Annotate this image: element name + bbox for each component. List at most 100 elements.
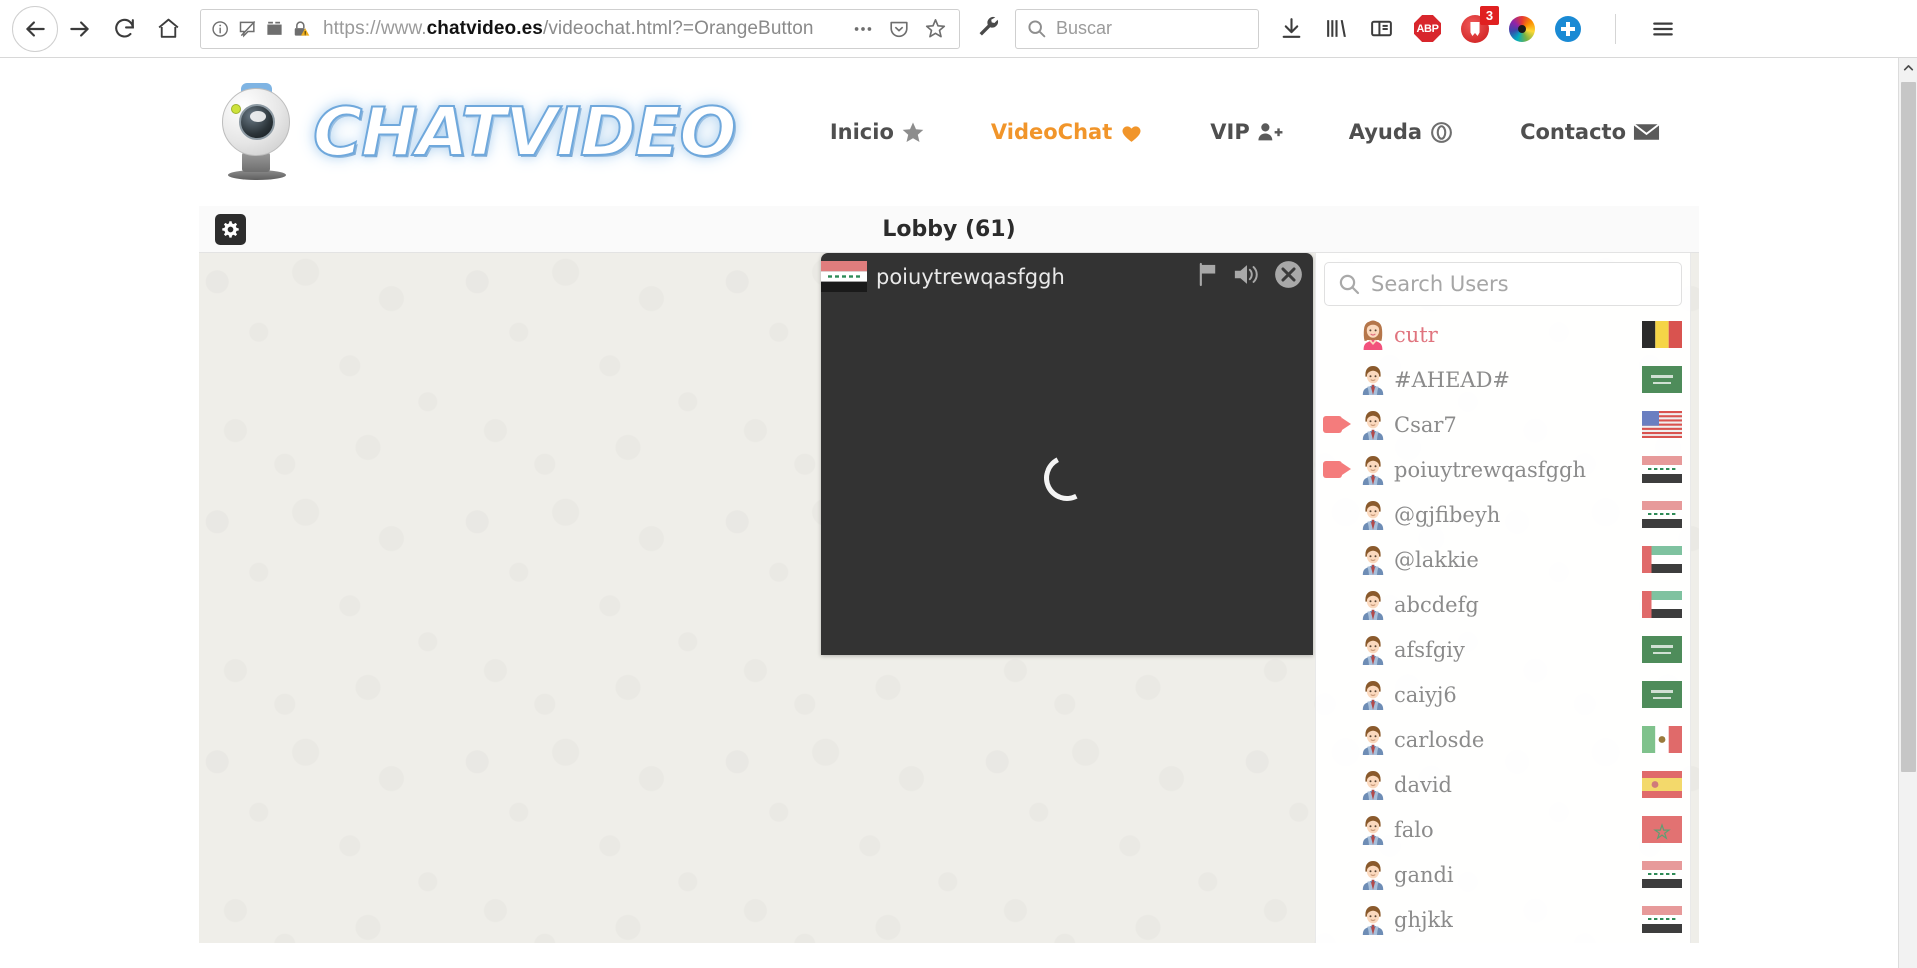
sidebar-button[interactable]: [1369, 16, 1394, 41]
camera-on-icon[interactable]: [1320, 461, 1354, 478]
user-list-item-name: @lakkie: [1394, 547, 1479, 572]
user-list-item[interactable]: Csar7: [1316, 402, 1690, 447]
download-icon: [1282, 18, 1301, 38]
devtools-button[interactable]: [976, 14, 1001, 44]
user-list-item[interactable]: carlosde: [1316, 717, 1690, 762]
flag-united-arab-emirates-icon: [1642, 591, 1682, 618]
page-info-icon[interactable]: [211, 19, 231, 39]
flag-iraq-icon: [821, 261, 867, 292]
flag-iraq-icon: [1642, 861, 1682, 888]
user-list-item-name: gandi: [1394, 862, 1454, 887]
user-list-item-name: #AHEAD#: [1394, 367, 1511, 392]
avatar: [1358, 453, 1388, 487]
user-list-item-name: afsfgiy: [1394, 637, 1465, 662]
close-icon[interactable]: [1274, 260, 1303, 294]
search-users-placeholder[interactable]: Search Users: [1371, 272, 1509, 296]
nav-item-inicio[interactable]: Inicio: [830, 120, 925, 144]
library-button[interactable]: [1324, 16, 1349, 41]
gear-icon: [222, 220, 239, 238]
user-list-item[interactable]: afsfgiy: [1316, 627, 1690, 672]
avatar: [1358, 633, 1388, 667]
user-list-item[interactable]: #AHEAD#: [1316, 357, 1690, 402]
flag-saudi-arabia-icon: [1642, 366, 1682, 393]
scrollbar-thumb[interactable]: [1901, 82, 1916, 772]
search-users-field[interactable]: Search Users: [1324, 262, 1682, 306]
address-bar[interactable]: https://www.chatvideo.es/videochat.html?…: [200, 8, 960, 49]
user-list-item-name: caiyj6: [1394, 682, 1457, 707]
url-domain: chatvideo.es: [426, 17, 543, 39]
user-list-item[interactable]: david: [1316, 762, 1690, 807]
downloads-button[interactable]: [1279, 16, 1304, 41]
flag-iraq-icon: [1642, 456, 1682, 483]
site-logo[interactable]: CHATVIDEO: [212, 82, 738, 182]
speaker-icon[interactable]: [1233, 262, 1261, 292]
user-list-item[interactable]: caiyj6: [1316, 672, 1690, 717]
extension-button[interactable]: [1555, 15, 1581, 42]
avatar: [1358, 543, 1388, 577]
home-button[interactable]: [146, 7, 190, 51]
video-stream-area[interactable]: [821, 300, 1313, 655]
nav-label-vip: VIP: [1210, 120, 1250, 144]
user-list-item[interactable]: abcdefg: [1316, 582, 1690, 627]
sidebar-icon: [1371, 20, 1392, 37]
arrow-right-icon: [70, 20, 89, 37]
reload-button[interactable]: [102, 7, 146, 51]
chat-room-area: poiuytrewqasfggh Search Users cutr #AHEA…: [199, 253, 1699, 943]
app-menu-button[interactable]: [1650, 16, 1676, 42]
pocket-icon[interactable]: [888, 18, 910, 40]
page-actions-icon[interactable]: [852, 18, 874, 40]
settings-button[interactable]: [215, 213, 246, 245]
avatar: [1358, 903, 1388, 937]
avatar: [1358, 363, 1388, 397]
avatar: [1358, 768, 1388, 802]
user-list-item[interactable]: cutr: [1316, 312, 1690, 357]
video-tile[interactable]: poiuytrewqasfggh: [821, 253, 1313, 655]
scroll-up-button[interactable]: [1899, 58, 1917, 77]
url-path: /videochat.html?=OrangeButton: [542, 17, 814, 39]
home-icon: [158, 18, 178, 38]
search-bar[interactable]: Buscar: [1015, 8, 1259, 49]
user-list-item-name: @gjfibeyh: [1394, 502, 1501, 527]
ghostery-button[interactable]: 3: [1461, 5, 1499, 43]
user-list-item[interactable]: poiuytrewqasfggh: [1316, 447, 1690, 492]
page-scrollbar[interactable]: [1898, 58, 1917, 968]
browser-actions: ABP 3: [1279, 5, 1676, 44]
user-list-item[interactable]: @lakkie: [1316, 537, 1690, 582]
arrow-left-icon: [26, 20, 45, 37]
flag-morocco-icon: [1642, 816, 1682, 843]
nav-item-vip[interactable]: VIP: [1210, 120, 1283, 144]
user-list-item[interactable]: gandi: [1316, 852, 1690, 897]
colorpicker-button[interactable]: [1509, 15, 1535, 42]
user-list-item[interactable]: @gjfibeyh: [1316, 492, 1690, 537]
user-list-item-name: cutr: [1394, 322, 1438, 347]
avatar: [1358, 858, 1388, 892]
reader-view-icon[interactable]: [265, 19, 284, 38]
user-list[interactable]: cutr #AHEAD# Csar7 poiuytrewqasfggh @gjf…: [1316, 312, 1690, 942]
nav-item-ayuda[interactable]: Ayuda: [1349, 120, 1454, 145]
user-list-item[interactable]: ghjkk: [1316, 897, 1690, 942]
forward-button[interactable]: [58, 7, 102, 51]
url-text[interactable]: https://www.chatvideo.es/videochat.html?…: [323, 18, 814, 40]
adblock-plus-button[interactable]: ABP: [1414, 15, 1441, 42]
search-icon: [1339, 274, 1360, 295]
search-input-placeholder[interactable]: Buscar: [1056, 18, 1112, 39]
lock-warning-icon[interactable]: [291, 19, 311, 39]
user-list-item[interactable]: falo: [1316, 807, 1690, 852]
nav-item-videochat[interactable]: VideoChat: [991, 120, 1144, 145]
abp-badge: ABP: [1414, 15, 1441, 42]
nav-label-ayuda: Ayuda: [1348, 120, 1423, 144]
lobby-toolbar: Lobby (61): [199, 206, 1699, 253]
reload-icon: [114, 18, 134, 38]
user-list-item-name: abcdefg: [1394, 592, 1479, 617]
bookmark-star-icon[interactable]: [924, 17, 947, 40]
nav-item-contacto[interactable]: Contacto: [1520, 120, 1660, 144]
library-icon: [1327, 20, 1346, 37]
tracking-protection-icon[interactable]: [238, 19, 258, 39]
user-list-panel: Search Users cutr #AHEAD# Csar7 poiuytre…: [1315, 253, 1691, 943]
site-header: CHATVIDEO Inicio VideoChat VIP Ayuda Con…: [0, 58, 1898, 206]
back-button[interactable]: [12, 5, 58, 52]
report-flag-icon[interactable]: [1197, 262, 1220, 292]
camera-on-icon[interactable]: [1320, 416, 1354, 433]
user-list-item-name: david: [1394, 772, 1452, 797]
wrench-icon: [979, 16, 999, 35]
